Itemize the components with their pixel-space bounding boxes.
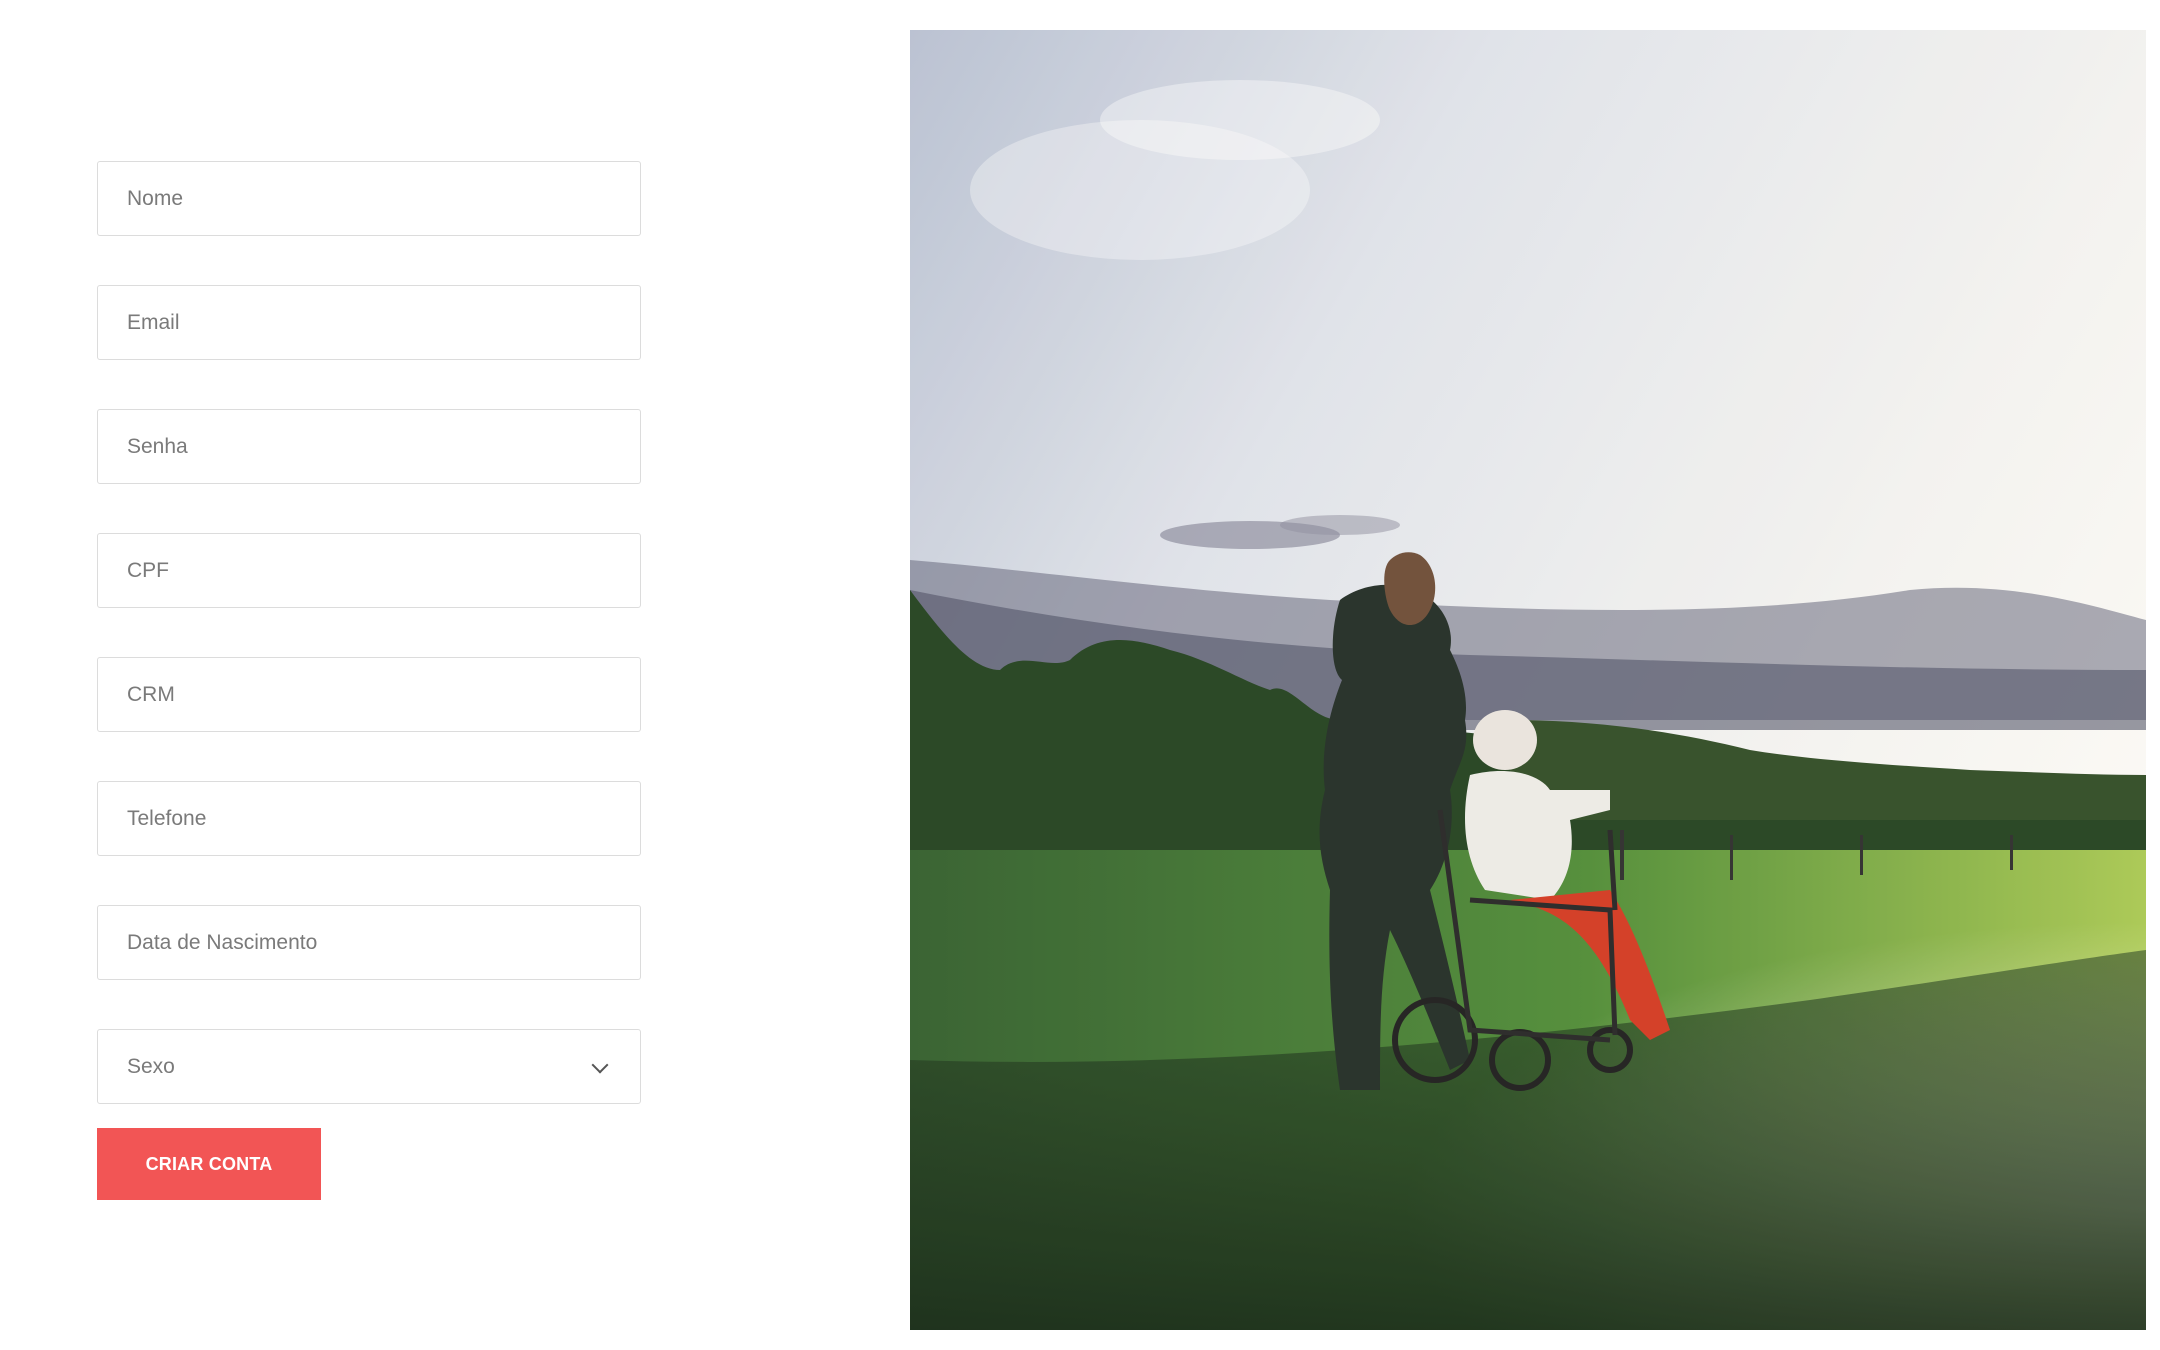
signup-form: Sexo CRIAR CONTA xyxy=(97,161,641,1200)
gender-select[interactable]: Sexo xyxy=(97,1029,641,1104)
email-input[interactable] xyxy=(98,286,640,359)
phone-field-wrapper xyxy=(97,781,641,856)
create-account-button[interactable]: CRIAR CONTA xyxy=(97,1128,321,1200)
cpf-input[interactable] xyxy=(98,534,640,607)
birthdate-field-wrapper xyxy=(97,905,641,980)
name-input[interactable] xyxy=(98,162,640,235)
birthdate-input[interactable] xyxy=(98,906,640,979)
password-input[interactable] xyxy=(98,410,640,483)
phone-input[interactable] xyxy=(98,782,640,855)
cpf-field-wrapper xyxy=(97,533,641,608)
gender-select-value: Sexo xyxy=(127,1054,175,1078)
signup-page: Sexo CRIAR CONTA xyxy=(0,0,2160,1350)
name-field-wrapper xyxy=(97,161,641,236)
crm-field-wrapper xyxy=(97,657,641,732)
email-field-wrapper xyxy=(97,285,641,360)
hero-photo xyxy=(910,30,2146,1330)
caregiver-wheelchair-field-image xyxy=(910,30,2146,1330)
crm-input[interactable] xyxy=(98,658,640,731)
password-field-wrapper xyxy=(97,409,641,484)
